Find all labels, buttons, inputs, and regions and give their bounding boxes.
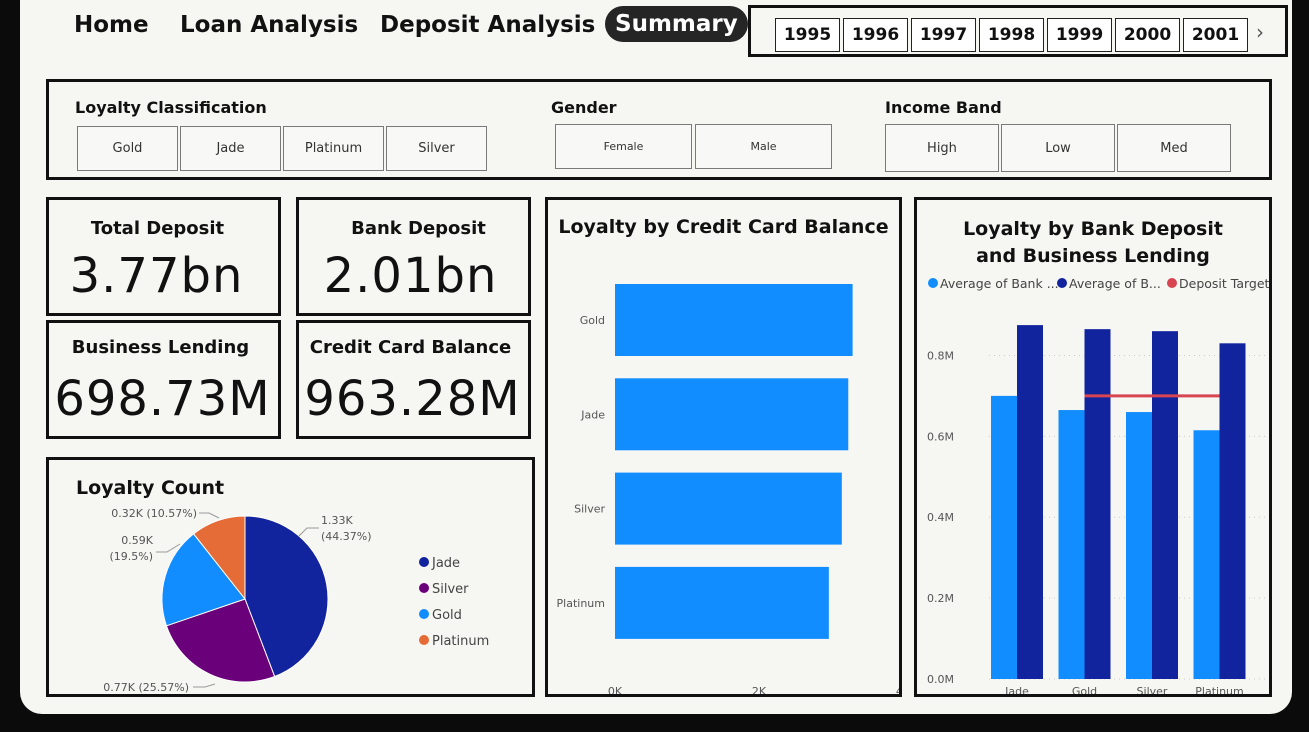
nav-loan-analysis[interactable]: Loan Analysis [180,12,358,38]
kpi-label: Business Lending [71,337,250,358]
x-tick-label: 2K [752,685,767,694]
loyalty-slicer-title: Loyalty Classification [75,98,267,117]
legend-marker-gold [419,609,429,619]
filter-panel: Loyalty Classification Gold Jade Platinu… [46,79,1272,180]
year-button-1997[interactable]: 1997 [911,18,976,52]
y-tick-label: 0.6M [927,430,954,443]
pie-leader-line [199,512,220,519]
loyalty-option-gold[interactable]: Gold [77,126,178,171]
column-jade-series-1 [991,395,1017,679]
credit-card-balance-bars: Gold Jade Silver Platinum 0K 2K 4K [557,284,899,694]
y-tick-label: Silver [574,503,605,516]
dashboard-canvas: Home Loan Analysis Deposit Analysis Summ… [20,0,1292,714]
kpi-label: Credit Card Balance [309,337,512,358]
income-option-low[interactable]: Low [1001,124,1115,172]
legend-marker [1057,278,1067,288]
column-silver-series-2 [1152,331,1178,679]
deposit-lending-columns: Average of Bank ... Average of B... Deposi… [927,276,1269,694]
kpi-value: 2.01bn [323,248,498,304]
column-gold-series-2 [1084,329,1111,679]
bar-gold [615,284,853,356]
legend-label-platinum: Platinum [432,634,489,649]
pie-data-label: (44.37%) [321,530,372,543]
gender-option-female[interactable]: Female [555,124,692,169]
legend-label: Average of B... [1069,276,1161,291]
x-tick-label: 0K [608,685,623,694]
x-tick-label: 4K [896,685,899,694]
gender-slicer-title: Gender [551,98,617,117]
year-button-2001[interactable]: 2001 [1183,18,1248,52]
legend-label-jade: Jade [431,556,460,571]
loyalty-option-jade[interactable]: Jade [180,126,281,171]
income-slicer-title: Income Band [885,98,1002,117]
legend-marker [1167,278,1177,288]
legend-label: Average of Bank ... [940,276,1059,291]
y-tick-label: Gold [580,314,605,327]
y-tick-label: 0.0M [927,673,954,686]
y-tick-label: Platinum [557,597,605,610]
year-button-1999[interactable]: 1999 [1047,18,1112,52]
year-button-1996[interactable]: 1996 [843,18,908,52]
legend-label-silver: Silver [432,582,469,597]
bar-platinum [615,566,829,639]
year-slicer: 1995 1996 1997 1998 1999 2000 2001 › [748,5,1288,57]
nav-summary[interactable]: Summary [605,6,748,42]
loyalty-count-pie: 1.33K (44.37%) 0.77K (25.57%) 0.59K (19.5%) 0… [103,507,489,694]
gender-option-male[interactable]: Male [695,124,832,169]
legend-marker-platinum [419,635,429,645]
pie-data-label: 0.77K (25.57%) [103,681,189,694]
column-platinum-series-1 [1193,430,1220,679]
kpi-value: 3.77bn [69,248,244,304]
income-option-high[interactable]: High [885,124,999,172]
kpi-total-deposit: Total Deposit 3.77bn [46,197,281,316]
kpi-value: 963.28M [304,371,521,427]
column-silver-series-1 [1126,412,1152,679]
income-option-med[interactable]: Med [1117,124,1231,172]
legend-marker [928,278,938,288]
legend-marker-silver [419,583,429,593]
year-button-1995[interactable]: 1995 [775,18,840,52]
pie-leader-line [298,527,319,537]
pie-data-label: (19.5%) [109,550,153,563]
kpi-label: Total Deposit [90,218,225,239]
column-platinum-series-2 [1219,343,1246,679]
pie-data-label: 0.32K (10.57%) [111,507,197,520]
legend-marker-jade [419,557,429,567]
x-tick-label: Platinum [1195,685,1243,694]
x-tick-label: Jade [1004,685,1029,694]
y-tick-label: 0.8M [927,349,954,362]
deposit-lending-card: Loyalty by Bank Deposit and Business Len… [914,197,1272,697]
bar-jade [615,378,849,451]
loyalty-count-card: Loyalty Count 1.33K (44.37%) 0.77K (25.57%… [46,457,535,697]
bar-silver [615,472,842,545]
year-button-1998[interactable]: 1998 [979,18,1044,52]
x-tick-label: Silver [1137,685,1168,694]
legend-label: Deposit Target [1179,276,1269,291]
credit-card-balance-card: Loyalty by Credit Card Balance Gold Jade S… [545,197,902,697]
loyalty-option-platinum[interactable]: Platinum [283,126,384,171]
pie-data-label: 0.59K [121,534,153,547]
column-gold-series-1 [1058,410,1085,679]
nav-deposit-analysis[interactable]: Deposit Analysis [380,12,595,38]
pie-leader-line [193,683,216,688]
nav-home[interactable]: Home [74,12,149,38]
kpi-label: Bank Deposit [351,218,486,239]
y-tick-label: 0.2M [927,592,954,605]
legend-label-gold: Gold [432,608,462,623]
y-tick-label: 0.4M [927,511,954,524]
column-jade-series-2 [1017,325,1043,679]
kpi-business-lending: Business Lending 698.73M [46,320,281,439]
y-tick-label: Jade [580,408,605,421]
year-button-2000[interactable]: 2000 [1115,18,1180,52]
x-tick-label: Gold [1072,685,1097,694]
kpi-value: 698.73M [54,371,271,427]
kpi-bank-deposit: Bank Deposit 2.01bn [296,197,531,316]
chevron-right-icon[interactable]: › [1256,20,1264,44]
pie-data-label: 1.33K [321,514,353,527]
loyalty-option-silver[interactable]: Silver [386,126,487,171]
kpi-credit-card-balance: Credit Card Balance 963.28M [296,320,531,439]
pie-leader-line [156,543,181,553]
